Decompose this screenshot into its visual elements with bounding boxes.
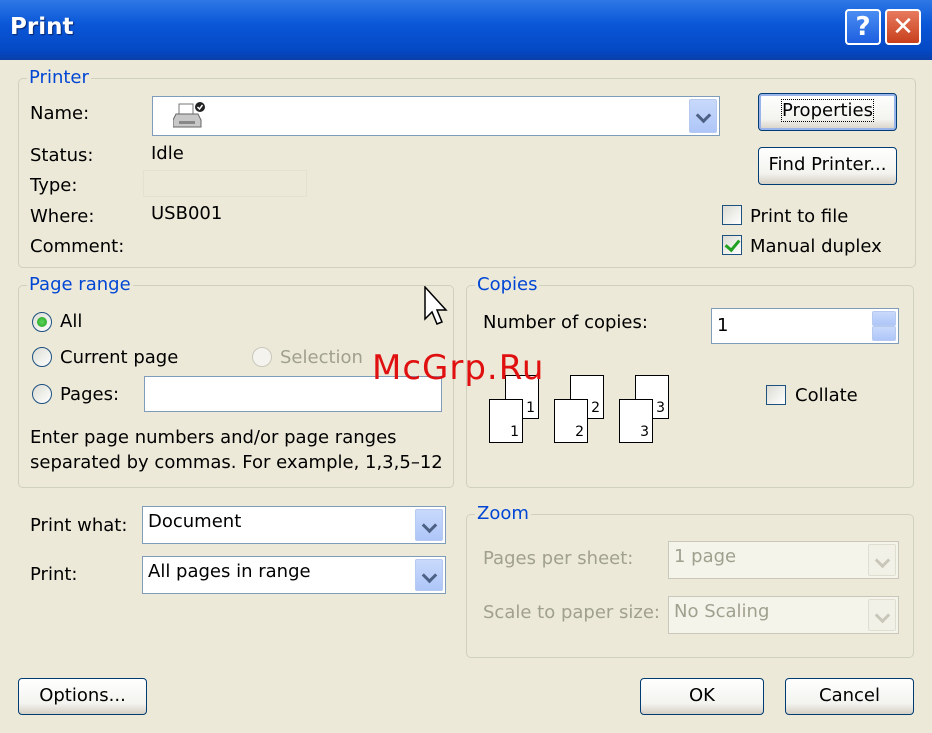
print-to-file-checkbox[interactable] <box>722 205 742 225</box>
options-button[interactable]: Options... <box>18 678 147 715</box>
watermark: McGrp.Ru <box>372 348 545 388</box>
comment-label: Comment: <box>30 236 125 257</box>
print-to-file-label[interactable]: Print to file <box>750 206 848 227</box>
collate-page-front-1: 1 <box>489 399 523 443</box>
ok-button[interactable]: OK <box>640 678 764 715</box>
collate-label[interactable]: Collate <box>795 385 858 406</box>
print-select[interactable]: All pages in range <box>142 556 446 594</box>
current-page-radio[interactable] <box>32 347 52 367</box>
properties-button[interactable]: Properties <box>758 93 897 131</box>
chevron-down-icon[interactable] <box>868 599 896 631</box>
dialog-body: Printer Name: Status: Idle Type: Where: … <box>0 60 932 733</box>
number-of-copies-label: Number of copies: <box>483 312 648 333</box>
pages-per-sheet-select[interactable]: 1 page <box>668 541 899 579</box>
find-printer-button[interactable]: Find Printer... <box>758 147 897 185</box>
close-button[interactable]: ✕ <box>885 9 921 45</box>
cancel-button[interactable]: Cancel <box>785 678 914 715</box>
print-label: Print: <box>30 564 78 585</box>
collate-page-front-3: 3 <box>619 399 653 443</box>
collate-checkbox[interactable] <box>766 385 786 405</box>
title-bar[interactable]: Print ? ✕ <box>0 0 932 60</box>
chevron-down-icon[interactable] <box>415 559 443 591</box>
scale-to-paper-value: No Scaling <box>674 601 770 622</box>
page-range-hint-line2: separated by commas. For example, 1,3,5–… <box>30 452 443 473</box>
scale-to-paper-select[interactable]: No Scaling <box>668 596 899 634</box>
status-value: Idle <box>151 143 184 164</box>
status-label: Status: <box>30 145 94 166</box>
all-radio[interactable] <box>32 312 52 332</box>
all-label[interactable]: All <box>60 311 82 332</box>
printer-name-label: Name: <box>30 103 90 124</box>
zoom-group: Zoom <box>466 503 914 658</box>
print-what-label: Print what: <box>30 515 128 536</box>
window-title: Print <box>10 14 74 40</box>
pages-per-sheet-label: Pages per sheet: <box>483 548 634 569</box>
copies-legend: Copies <box>475 274 540 295</box>
copies-spinner[interactable] <box>872 311 896 341</box>
print-value: All pages in range <box>148 561 311 582</box>
number-of-copies-value: 1 <box>717 315 729 336</box>
print-what-select[interactable]: Document <box>142 506 446 544</box>
spin-up-icon[interactable] <box>872 311 896 326</box>
zoom-legend: Zoom <box>475 503 531 524</box>
where-label: Where: <box>30 206 95 227</box>
pages-radio[interactable] <box>32 384 52 404</box>
scale-to-paper-label: Scale to paper size: <box>483 602 660 623</box>
selection-radio[interactable] <box>252 347 272 367</box>
page-range-legend: Page range <box>27 274 133 295</box>
printer-icon <box>173 102 205 128</box>
spin-down-icon[interactable] <box>872 326 896 341</box>
printer-name-select[interactable] <box>152 96 720 136</box>
chevron-down-icon[interactable] <box>689 99 717 133</box>
help-button[interactable]: ? <box>845 9 881 45</box>
page-range-hint-line1: Enter page numbers and/or page ranges <box>30 427 397 448</box>
collate-page-front-2: 2 <box>554 399 588 443</box>
properties-button-label: Properties <box>781 99 874 122</box>
type-value-box <box>143 170 307 197</box>
mouse-cursor-icon <box>424 286 448 325</box>
chevron-down-icon[interactable] <box>415 509 443 541</box>
where-value: USB001 <box>151 203 223 224</box>
pages-label[interactable]: Pages: <box>60 384 119 405</box>
number-of-copies-input[interactable]: 1 <box>711 308 899 344</box>
selection-label: Selection <box>280 347 363 368</box>
pages-per-sheet-value: 1 page <box>674 546 737 567</box>
current-page-label[interactable]: Current page <box>60 347 178 368</box>
printer-legend: Printer <box>27 67 91 88</box>
manual-duplex-checkbox[interactable] <box>722 235 742 255</box>
type-label: Type: <box>30 175 78 196</box>
manual-duplex-label[interactable]: Manual duplex <box>750 236 882 257</box>
print-what-value: Document <box>148 511 242 532</box>
chevron-down-icon[interactable] <box>868 544 896 576</box>
